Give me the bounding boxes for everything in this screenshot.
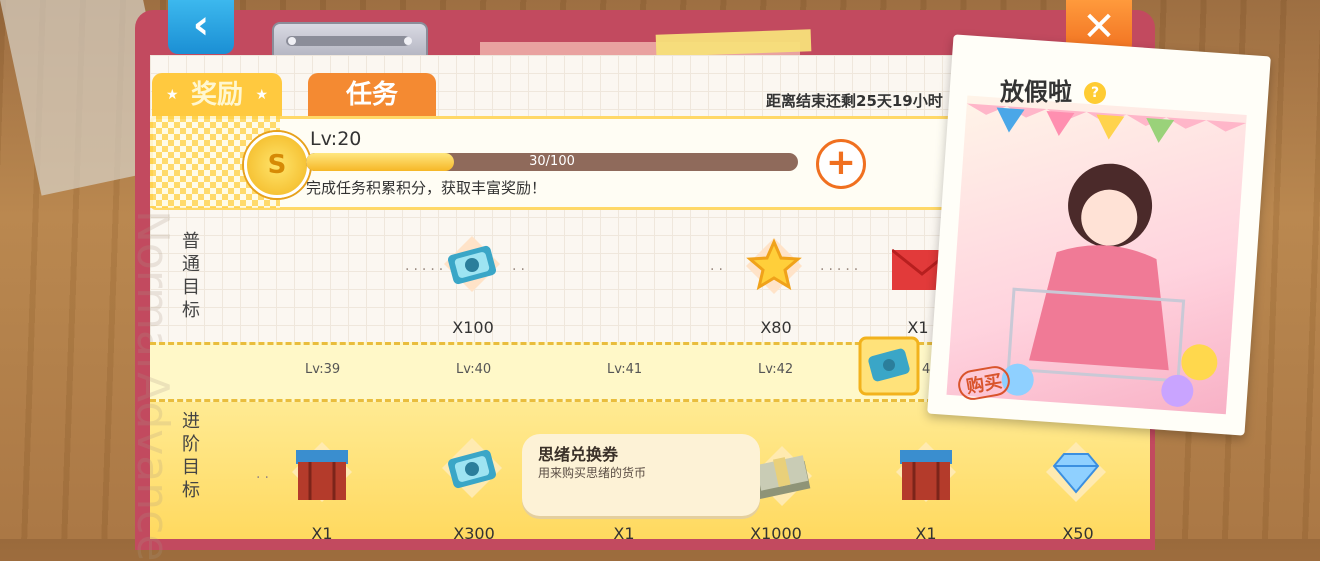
ticket-icon[interactable] [440, 232, 504, 296]
reward-quantity: X1 [915, 524, 937, 543]
tab-tasks[interactable]: 任务 [308, 73, 436, 117]
crate-icon[interactable] [290, 440, 354, 504]
reward-quantity: X300 [453, 524, 495, 543]
reward-quantity: X1 [613, 524, 635, 543]
level-progress-bar: 30/100 [306, 153, 798, 171]
dotted-connector: ·· [710, 262, 727, 278]
current-level: Lv:20 [310, 128, 362, 150]
crate-icon[interactable] [894, 440, 958, 504]
level-marker: Lv:39 [305, 362, 341, 377]
normal-row-label: 普通目标 [182, 231, 200, 321]
star-icon: ★ [255, 87, 268, 103]
reward-quantity: X80 [760, 318, 792, 337]
progress-text: 30/100 [529, 154, 575, 169]
star-icon[interactable] [742, 234, 806, 298]
advanced-watermark: Advance [127, 372, 178, 561]
dotted-connector: ·· [256, 470, 273, 486]
dotted-connector: ·· [512, 262, 529, 278]
star-icon: ★ [166, 87, 179, 103]
ticket-icon[interactable] [440, 436, 504, 500]
ticket-icon[interactable] [858, 336, 920, 396]
reward-quantity: X1000 [750, 524, 802, 543]
coin-icon: S [244, 132, 310, 198]
dotted-connector: ····· [820, 262, 863, 278]
help-icon[interactable]: ? [1084, 82, 1106, 104]
diamond-icon[interactable] [1044, 440, 1108, 504]
tab-tasks-label: 任务 [345, 80, 398, 110]
back-button[interactable]: ‹ [168, 0, 234, 54]
level-marker: Lv:40 [456, 362, 492, 377]
tooltip-title: 思绪兑换券 [538, 445, 619, 464]
level-marker: Lv:42 [758, 362, 794, 377]
advanced-row-label: 进阶目标 [182, 411, 200, 501]
reward-quantity: X1 [311, 524, 333, 543]
buy-level-button[interactable]: + [816, 139, 866, 189]
reward-quantity: X100 [452, 318, 494, 337]
tab-rewards-label: 奖励 [190, 80, 243, 110]
tab-rewards[interactable]: ★ 奖励 ★ [152, 73, 282, 117]
reward-quantity: X50 [1062, 524, 1094, 543]
card-title: 放假啦 [1000, 78, 1072, 106]
level-marker: Lv:41 [607, 362, 643, 377]
tooltip-description: 用来购买思绪的货币 [538, 466, 647, 480]
level-description: 完成任务积累积分，获取丰富奖励！ [306, 179, 547, 197]
countdown-text: 距离结束还剩25天19小时 [766, 92, 943, 110]
